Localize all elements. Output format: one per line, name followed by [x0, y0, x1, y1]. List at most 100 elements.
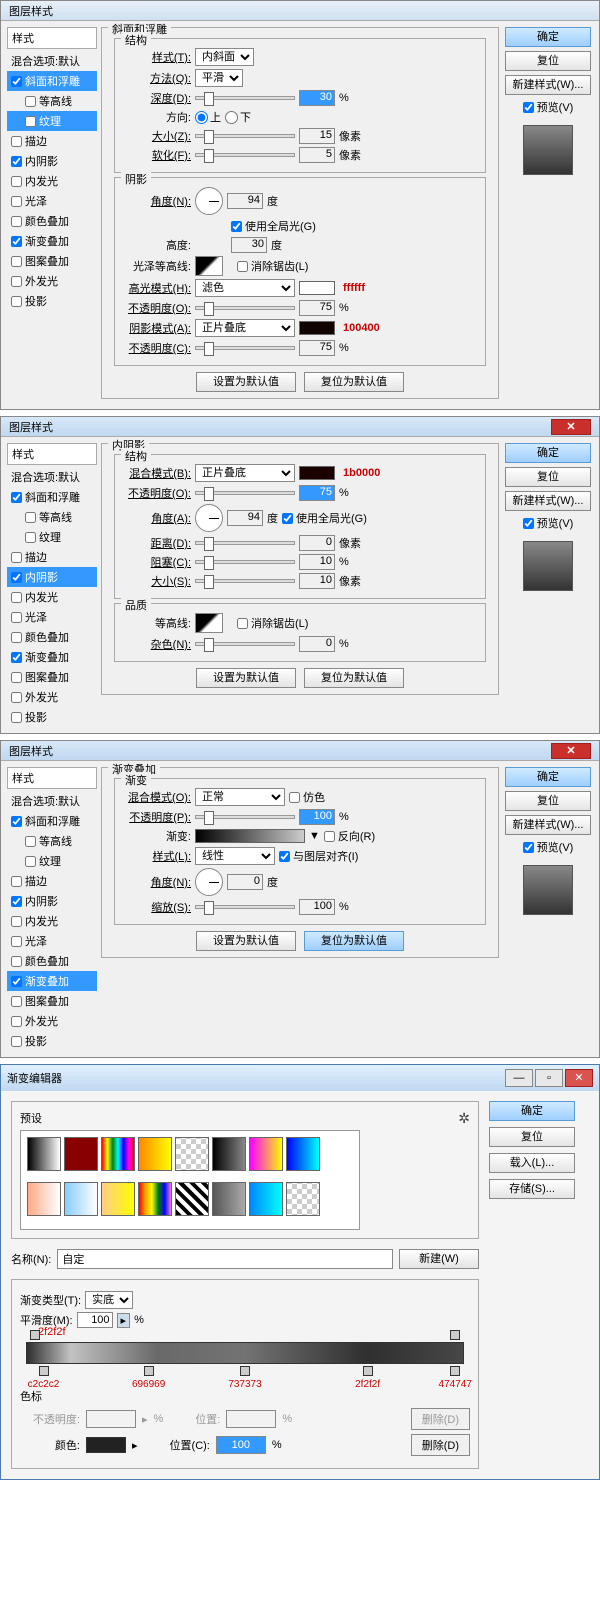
ok-button[interactable]: 确定	[489, 1101, 575, 1121]
blend-select[interactable]: 正片叠底	[195, 464, 295, 482]
style-item[interactable]: 投影	[7, 291, 97, 311]
style-item[interactable]: 内阴影	[7, 151, 97, 171]
preset-swatch[interactable]	[101, 1182, 135, 1216]
style-item[interactable]: 内发光	[7, 171, 97, 191]
gear-icon[interactable]: ✲	[458, 1110, 470, 1127]
gstyle-select[interactable]: 线性	[195, 847, 275, 865]
shadow-opacity-value[interactable]: 75	[299, 340, 335, 356]
preset-swatch[interactable]	[212, 1182, 246, 1216]
minimize-icon[interactable]: —	[505, 1069, 533, 1087]
new-style-button[interactable]: 新建样式(W)...	[505, 75, 591, 95]
style-item[interactable]: 图案叠加	[7, 667, 97, 687]
type-select[interactable]: 实底	[85, 1291, 133, 1309]
make-default-button[interactable]: 设置为默认值	[196, 668, 296, 688]
cancel-button[interactable]: 复位	[505, 791, 591, 811]
cancel-button[interactable]: 复位	[505, 51, 591, 71]
global-light-check[interactable]: 使用全局光(G)	[282, 510, 367, 526]
cancel-button[interactable]: 复位	[489, 1127, 575, 1147]
choke-value[interactable]: 10	[299, 554, 335, 570]
style-item[interactable]: 图案叠加	[7, 991, 97, 1011]
color-stop[interactable]	[450, 1366, 460, 1376]
style-item[interactable]: 图案叠加	[7, 251, 97, 271]
style-item[interactable]: 颜色叠加	[7, 627, 97, 647]
ok-button[interactable]: 确定	[505, 27, 591, 47]
style-item[interactable]: 纹理	[7, 111, 97, 131]
delete-color-button[interactable]: 删除(D)	[411, 1434, 470, 1456]
style-item[interactable]: 光泽	[7, 931, 97, 951]
opacity-stop[interactable]	[30, 1330, 40, 1340]
style-item[interactable]: 外发光	[7, 271, 97, 291]
noise-value[interactable]: 0	[299, 636, 335, 652]
opacity-value[interactable]: 75	[299, 485, 335, 501]
titlebar[interactable]: 图层样式 ✕	[1, 417, 599, 437]
load-button[interactable]: 载入(L)...	[489, 1153, 575, 1173]
direction-up[interactable]: 上	[195, 109, 221, 125]
preset-swatch[interactable]	[175, 1182, 209, 1216]
ok-button[interactable]: 确定	[505, 767, 591, 787]
blend-select[interactable]: 正常	[195, 788, 285, 806]
style-item[interactable]: 纹理	[7, 527, 97, 547]
preview-check[interactable]: 预览(V)	[523, 839, 574, 855]
distance-value[interactable]: 0	[299, 535, 335, 551]
shadow-opacity-slider[interactable]	[195, 346, 295, 350]
shadow-mode-select[interactable]: 正片叠底	[195, 319, 295, 337]
blend-color[interactable]	[299, 466, 335, 480]
preset-swatch[interactable]	[64, 1182, 98, 1216]
scale-slider[interactable]	[195, 905, 295, 909]
style-item[interactable]: 渐变叠加	[7, 231, 97, 251]
gradient-bar[interactable]	[26, 1342, 464, 1364]
save-button[interactable]: 存储(S)...	[489, 1179, 575, 1199]
titlebar[interactable]: 渐变编辑器 — ▫ ✕	[1, 1065, 599, 1091]
new-style-button[interactable]: 新建样式(W)...	[505, 491, 591, 511]
angle-dial[interactable]	[195, 504, 223, 532]
opacity-value[interactable]: 100	[299, 809, 335, 825]
style-item[interactable]: 等高线	[7, 831, 97, 851]
preset-swatch[interactable]	[101, 1137, 135, 1171]
preset-swatch[interactable]	[286, 1182, 320, 1216]
titlebar[interactable]: 图层样式 ✕	[1, 741, 599, 761]
new-button[interactable]: 新建(W)	[399, 1249, 479, 1269]
cancel-button[interactable]: 复位	[505, 467, 591, 487]
style-item[interactable]: 描边	[7, 871, 97, 891]
style-item[interactable]: 内发光	[7, 911, 97, 931]
depth-value[interactable]: 30	[299, 90, 335, 106]
preset-swatch[interactable]	[64, 1137, 98, 1171]
angle-value[interactable]: 94	[227, 510, 263, 526]
make-default-button[interactable]: 设置为默认值	[196, 372, 296, 392]
choke-slider[interactable]	[195, 560, 295, 564]
gradient-swatch[interactable]	[195, 829, 305, 843]
opacity-slider[interactable]	[195, 491, 295, 495]
preset-swatch[interactable]	[27, 1182, 61, 1216]
close-icon[interactable]: ✕	[551, 419, 591, 435]
close-icon[interactable]: ✕	[551, 743, 591, 759]
opacity-slider[interactable]	[195, 815, 295, 819]
style-item[interactable]: 外发光	[7, 687, 97, 707]
angle-value[interactable]: 94	[227, 193, 263, 209]
color-stop[interactable]	[240, 1366, 250, 1376]
preset-swatch[interactable]	[249, 1182, 283, 1216]
altitude-value[interactable]: 30	[231, 237, 267, 253]
size-value[interactable]: 15	[299, 128, 335, 144]
distance-slider[interactable]	[195, 541, 295, 545]
size-slider[interactable]	[195, 134, 295, 138]
style-item[interactable]: 纹理	[7, 851, 97, 871]
preset-swatch[interactable]	[138, 1182, 172, 1216]
technique-select[interactable]: 平滑	[195, 69, 243, 87]
reset-default-button[interactable]: 复位为默认值	[304, 931, 404, 951]
color-stop[interactable]	[39, 1366, 49, 1376]
highlight-color[interactable]	[299, 281, 335, 295]
antialias-check[interactable]: 消除锯齿(L)	[237, 615, 308, 631]
style-item[interactable]: 颜色叠加	[7, 951, 97, 971]
color-stop[interactable]	[363, 1366, 373, 1376]
angle-value[interactable]: 0	[227, 874, 263, 890]
soften-value[interactable]: 5	[299, 147, 335, 163]
style-item[interactable]: 投影	[7, 707, 97, 727]
gloss-contour[interactable]	[195, 256, 223, 276]
antialias-check[interactable]: 消除锯齿(L)	[237, 258, 308, 274]
close-icon[interactable]: ✕	[565, 1069, 593, 1087]
titlebar[interactable]: 图层样式	[1, 1, 599, 21]
style-item[interactable]: 内发光	[7, 587, 97, 607]
preset-swatch[interactable]	[249, 1137, 283, 1171]
style-item[interactable]: 渐变叠加	[7, 647, 97, 667]
direction-down[interactable]: 下	[225, 109, 251, 125]
